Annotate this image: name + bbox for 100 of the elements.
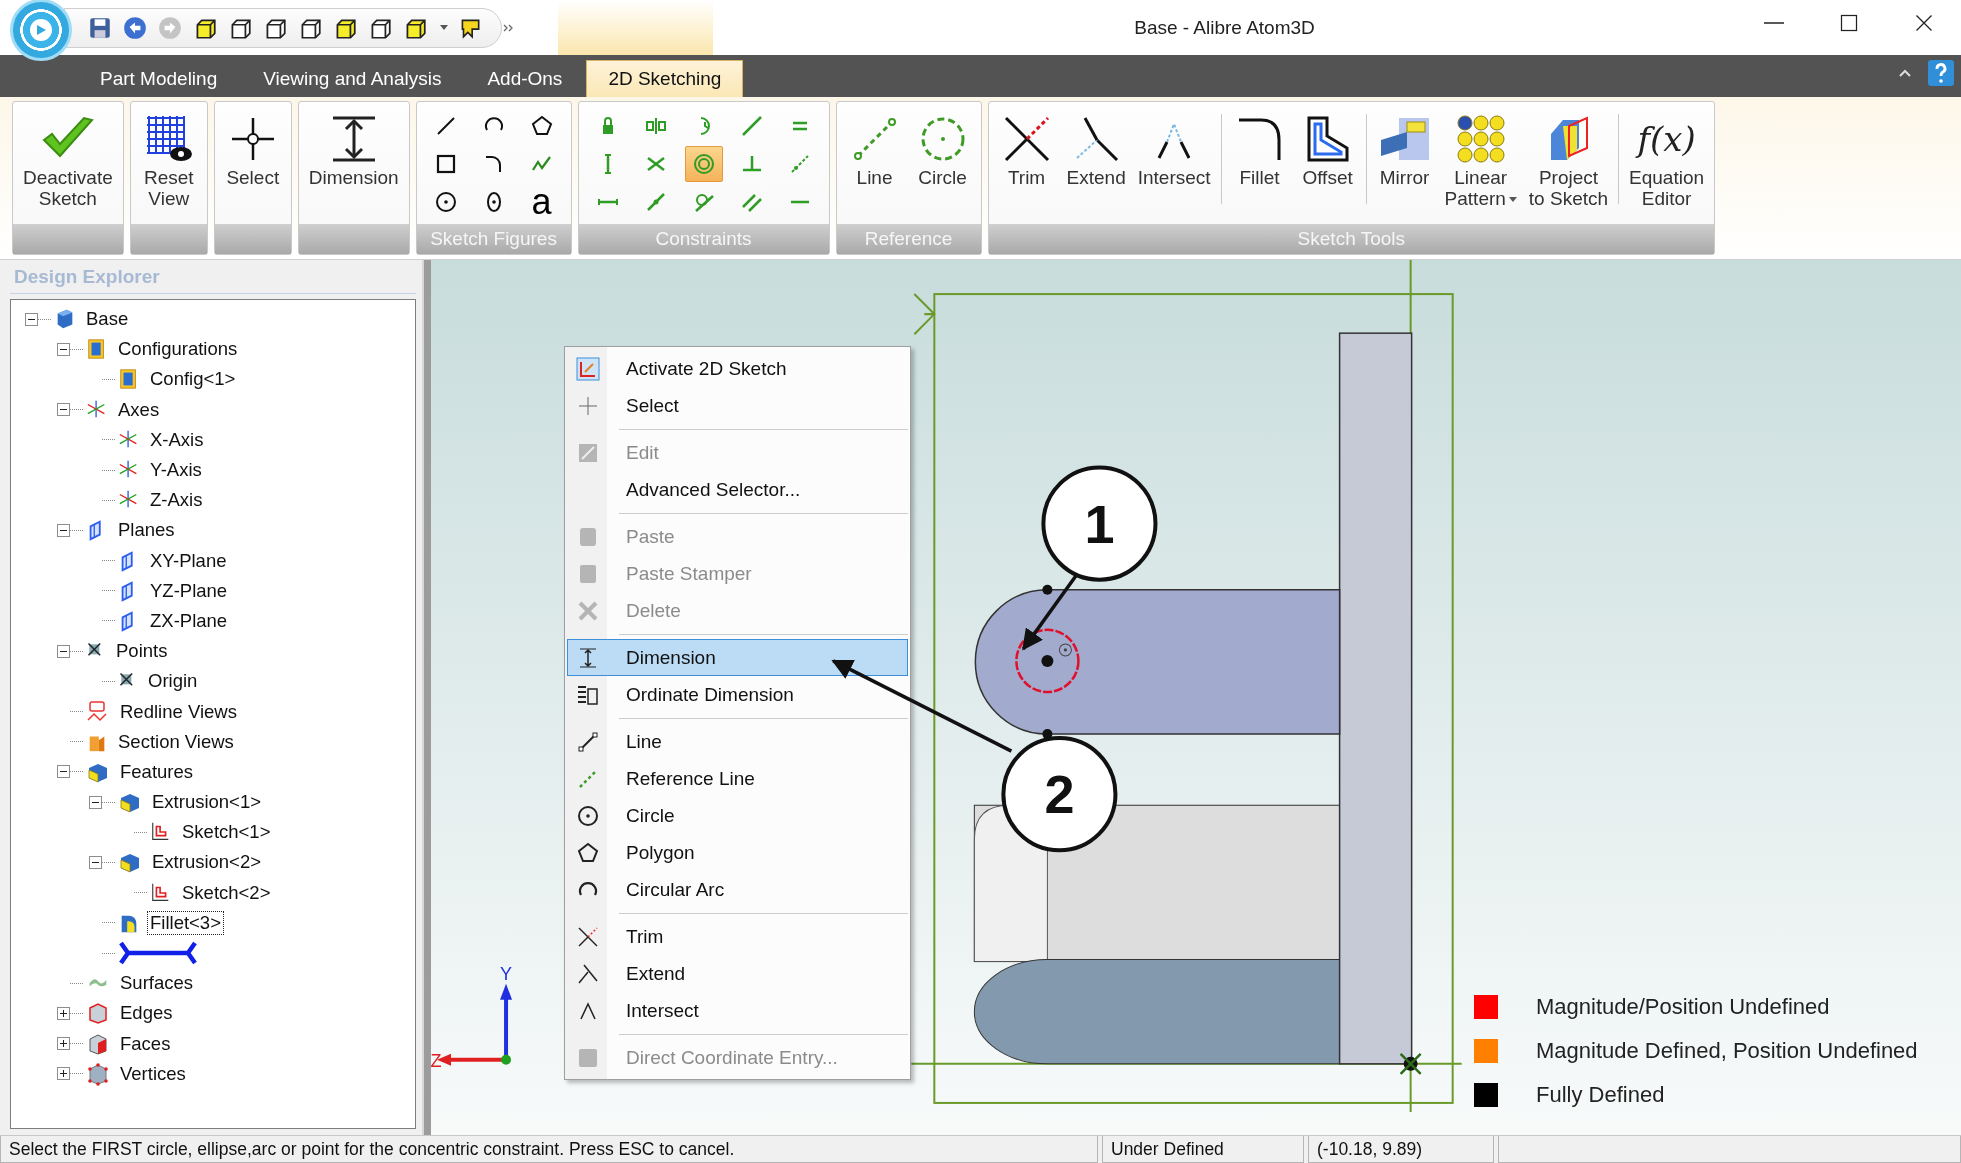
ribbon-button[interactable]: Trim <box>992 104 1061 222</box>
group-label: Sketch Tools <box>988 224 1715 254</box>
text-tool-button[interactable]: a <box>522 184 561 220</box>
ribbon-button[interactable]: Line <box>840 104 909 222</box>
menu-item[interactable]: Activate 2D Sketch <box>567 350 908 387</box>
collapse-toggle[interactable] <box>57 644 70 658</box>
tree-item[interactable]: Surfaces <box>117 971 196 996</box>
expand-toggle[interactable] <box>57 1067 70 1081</box>
polygon-icon <box>576 840 600 865</box>
tree-item[interactable]: Base <box>83 307 132 332</box>
tree-item[interactable]: Y-Axis <box>147 458 205 483</box>
ribbon-button[interactable]: Circle <box>908 104 977 222</box>
tree-item[interactable]: Vertices <box>117 1061 189 1086</box>
sketch-state: Under Defined <box>1102 1136 1304 1163</box>
tree-item[interactable]: Axes <box>115 397 163 422</box>
caret-icon <box>1508 197 1517 202</box>
tree-item[interactable]: Extrusion<2> <box>149 850 264 875</box>
ribbon-tab[interactable]: Add-Ons <box>465 60 585 97</box>
ribbon-button[interactable]: Project to Sketch <box>1522 104 1615 222</box>
collapse-toggle[interactable] <box>57 403 70 417</box>
menu-item[interactable]: Polygon <box>567 834 908 871</box>
sketch-icon <box>576 356 600 381</box>
ribbon-button[interactable]: Fillet <box>1225 104 1294 222</box>
callout-number: 2 <box>1044 764 1075 825</box>
cursor-coordinates: (-10.18, 9.89) <box>1308 1136 1494 1163</box>
ribbon-button[interactable]: Offset <box>1293 104 1362 222</box>
tree-item[interactable]: Edges <box>117 1001 176 1026</box>
collapse-toggle[interactable] <box>89 855 102 869</box>
tree-item[interactable]: Fillet<3> <box>147 910 224 935</box>
ribbon-tab[interactable]: Part Modeling <box>78 60 240 97</box>
tool-icon <box>595 198 620 206</box>
ribbon-button[interactable]: Mirror <box>1370 104 1439 222</box>
tree-item[interactable]: Points <box>113 639 171 664</box>
tree-item[interactable]: Z-Axis <box>147 488 206 513</box>
grid-eye-icon <box>144 114 193 164</box>
tree-item[interactable]: Sketch<2> <box>179 880 274 905</box>
collapse-toggle[interactable] <box>89 795 102 809</box>
line-icon <box>576 729 600 754</box>
menu-item[interactable]: Trim <box>567 918 908 955</box>
menu-item[interactable]: Select <box>567 387 908 424</box>
axis-label: Z <box>431 1050 442 1071</box>
dropdown-caret-icon[interactable] <box>440 25 448 30</box>
tree-item[interactable]: YZ-Plane <box>147 578 231 603</box>
redo-icon <box>157 14 183 41</box>
vertices-icon <box>86 1061 110 1086</box>
undo-button[interactable] <box>122 14 148 41</box>
menu-item[interactable]: Line <box>567 723 908 760</box>
ribbon-button[interactable]: Linear Pattern <box>1438 104 1523 222</box>
ribbon-tab[interactable]: 2D Sketching <box>586 60 744 97</box>
tree-item[interactable]: XY-Plane <box>147 548 230 573</box>
collapse-toggle[interactable] <box>57 765 70 779</box>
ribbon-button[interactable]: Deactivate Sketch <box>17 104 119 222</box>
tree-item[interactable]: Extrusion<1> <box>149 790 264 815</box>
tree-item[interactable]: Planes <box>115 518 178 543</box>
tree-item[interactable]: Configurations <box>115 337 241 362</box>
ribbon-tab[interactable]: Viewing and Analysis <box>241 60 464 97</box>
ribbon-button[interactable]: Select <box>218 104 287 222</box>
menu-item[interactable]: Extend <box>567 955 908 992</box>
menu-item[interactable]: Advanced Selector... <box>567 471 908 508</box>
menu-item[interactable]: Dimension <box>567 639 908 676</box>
ribbon-button[interactable]: f(x) Equation Editor <box>1623 104 1711 222</box>
minimize-icon <box>1763 21 1784 24</box>
tool-icon <box>603 152 612 176</box>
tree-item[interactable]: Section Views <box>115 729 237 754</box>
tree-item[interactable]: X-Axis <box>147 427 207 452</box>
sketch-marker-icon <box>913 293 936 336</box>
crossed-lines-icon <box>576 924 600 949</box>
tool-icon <box>529 114 554 138</box>
menu-item[interactable]: Ordinate Dimension <box>567 676 908 713</box>
collapse-toggle[interactable] <box>25 312 38 326</box>
dashed-line-icon <box>851 116 898 162</box>
expand-toggle[interactable] <box>57 1006 70 1020</box>
window-title: Base - Alibre Atom3D <box>1133 16 1316 39</box>
menu-item[interactable]: Circular Arc <box>567 871 908 908</box>
close-icon <box>1913 12 1934 33</box>
group-label: Reference <box>836 224 981 254</box>
menu-item[interactable]: Reference Line <box>567 760 908 797</box>
collapse-toggle[interactable] <box>57 523 70 537</box>
tree-item[interactable]: Config<1> <box>147 367 239 392</box>
ribbon-button[interactable]: Reset View <box>134 104 203 222</box>
dot-grid-icon <box>1455 114 1506 164</box>
tree-item[interactable]: Sketch<1> <box>179 820 274 845</box>
expand-toggle[interactable] <box>57 1037 70 1051</box>
menu-item[interactable]: Intersect <box>567 992 908 1029</box>
ribbon-button[interactable]: Extend <box>1060 104 1132 222</box>
axis-label: Y <box>500 963 513 984</box>
undo-icon <box>122 14 148 41</box>
ribbon-button[interactable]: Intersect <box>1131 104 1217 222</box>
collapse-toggle[interactable] <box>57 342 70 356</box>
tree-item[interactable]: Faces <box>117 1031 174 1056</box>
tree-item[interactable]: ZX-Plane <box>147 608 231 633</box>
ribbon-button[interactable]: Dimension <box>302 104 405 222</box>
tree-item[interactable]: Redline Views <box>117 699 240 724</box>
tool-icon <box>691 152 716 176</box>
tree-item[interactable]: Origin <box>145 669 201 694</box>
menu-item[interactable]: Circle <box>567 797 908 834</box>
status-message: Select the FIRST circle, ellipse,arc or point for the concentric constraint. Press ESC to cancel. <box>0 1136 1098 1163</box>
tree-item[interactable]: Features <box>117 759 196 784</box>
panel-title: Design Explorer <box>10 260 416 294</box>
rollback-marker-icon <box>118 940 198 967</box>
